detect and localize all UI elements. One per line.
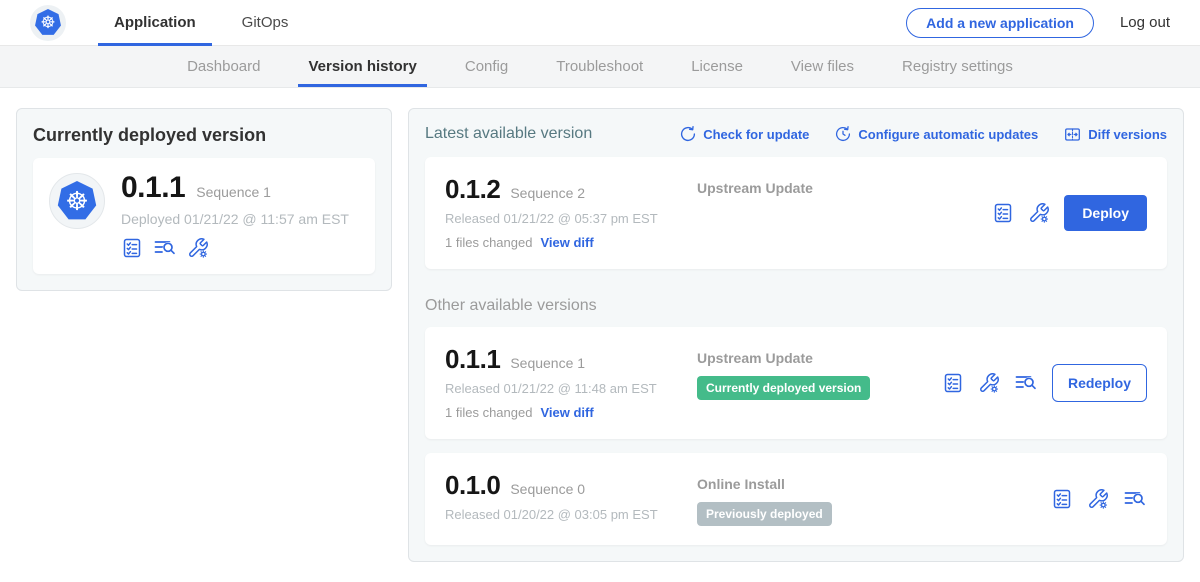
- panel-header: Latest available version Check for updat…: [425, 125, 1167, 143]
- configure-automatic-updates-link[interactable]: Configure automatic updates: [835, 126, 1038, 142]
- currently-deployed-badge: Currently deployed version: [697, 376, 870, 400]
- version-source: Upstream Update Currently deployed versi…: [697, 346, 942, 400]
- version-source: Online Install Previously deployed: [697, 472, 1051, 526]
- edit-config-icon[interactable]: [187, 237, 209, 259]
- main-content: Currently deployed version ☸ 0.1.1 Seque…: [0, 88, 1200, 582]
- deployed-version-card: ☸ 0.1.1 Sequence 1 Deployed 01/21/22 @ 1…: [33, 158, 375, 274]
- deployed-sequence: Sequence 1: [196, 184, 271, 200]
- release-notes-icon[interactable]: [1051, 488, 1073, 510]
- version-number: 0.1.2: [445, 176, 500, 202]
- files-changed-label: 1 files changed: [445, 235, 532, 250]
- subnav-tab-view-files[interactable]: View files: [791, 46, 854, 87]
- diff-versions-label: Diff versions: [1088, 127, 1167, 142]
- edit-config-icon[interactable]: [1028, 202, 1050, 224]
- subnav-tab-dashboard[interactable]: Dashboard: [187, 46, 260, 87]
- released-timestamp: Released 01/21/22 @ 05:37 pm EST: [445, 211, 697, 226]
- version-row-0-1-2: 0.1.2 Sequence 2 Released 01/21/22 @ 05:…: [425, 157, 1167, 269]
- check-for-update-label: Check for update: [703, 127, 809, 142]
- app-avatar: ☸: [49, 173, 105, 229]
- version-sequence: Sequence 1: [510, 355, 585, 371]
- version-history-panel: Latest available version Check for updat…: [408, 108, 1184, 562]
- refresh-icon: [680, 126, 696, 142]
- schedule-refresh-icon: [835, 126, 851, 142]
- add-application-button[interactable]: Add a new application: [906, 8, 1094, 38]
- view-logs-icon[interactable]: [153, 237, 177, 259]
- deployed-card-title: Currently deployed version: [33, 125, 375, 146]
- version-row-0-1-0: 0.1.0 Sequence 0 Released 01/20/22 @ 03:…: [425, 453, 1167, 545]
- files-changed-label: 1 files changed: [445, 405, 532, 420]
- header-right: Add a new application Log out: [906, 8, 1170, 38]
- kubernetes-logo-icon: ☸: [30, 5, 66, 41]
- edit-config-icon[interactable]: [978, 372, 1000, 394]
- version-info: 0.1.2 Sequence 2 Released 01/21/22 @ 05:…: [445, 176, 697, 250]
- version-number: 0.1.1: [445, 346, 500, 372]
- deploy-button[interactable]: Deploy: [1064, 195, 1147, 231]
- configure-automatic-updates-label: Configure automatic updates: [858, 127, 1038, 142]
- deployed-version-number: 0.1.1: [121, 173, 185, 203]
- logout-button[interactable]: Log out: [1120, 14, 1170, 31]
- version-number: 0.1.0: [445, 472, 500, 498]
- source-label: Online Install: [697, 476, 1051, 492]
- edit-config-icon[interactable]: [1087, 488, 1109, 510]
- version-sequence: Sequence 2: [510, 185, 585, 201]
- version-sequence: Sequence 0: [510, 481, 585, 497]
- app-tabs: Application GitOps: [98, 0, 318, 46]
- tab-application[interactable]: Application: [98, 0, 212, 46]
- panel-actions: Check for update Configure automatic upd…: [680, 126, 1167, 143]
- view-diff-link[interactable]: View diff: [540, 405, 593, 420]
- subnav-tab-troubleshoot[interactable]: Troubleshoot: [556, 46, 643, 87]
- kubernetes-wheel-icon: ☸: [57, 181, 97, 221]
- deployed-icon-row: [121, 237, 349, 259]
- deployed-version-info: 0.1.1 Sequence 1 Deployed 01/21/22 @ 11:…: [121, 173, 349, 259]
- kubernetes-wheel-icon: ☸: [35, 9, 62, 36]
- version-info: 0.1.1 Sequence 1 Released 01/21/22 @ 11:…: [445, 346, 697, 420]
- version-actions: Deploy: [992, 195, 1147, 231]
- diff-icon: [1064, 126, 1081, 143]
- version-info: 0.1.0 Sequence 0 Released 01/20/22 @ 03:…: [445, 472, 697, 522]
- released-timestamp: Released 01/20/22 @ 03:05 pm EST: [445, 507, 697, 522]
- released-timestamp: Released 01/21/22 @ 11:48 am EST: [445, 381, 697, 396]
- app-header: ☸ Application GitOps Add a new applicati…: [0, 0, 1200, 46]
- latest-version-title: Latest available version: [425, 125, 592, 143]
- deployed-timestamp: Deployed 01/21/22 @ 11:57 am EST: [121, 211, 349, 227]
- redeploy-button[interactable]: Redeploy: [1052, 364, 1147, 402]
- check-for-update-link[interactable]: Check for update: [680, 126, 809, 142]
- subnav-tab-config[interactable]: Config: [465, 46, 508, 87]
- view-diff-link[interactable]: View diff: [540, 235, 593, 250]
- app-subnav: Dashboard Version history Config Trouble…: [0, 46, 1200, 88]
- previously-deployed-badge: Previously deployed: [697, 502, 832, 526]
- version-actions: Redeploy: [942, 364, 1147, 402]
- release-notes-icon[interactable]: [942, 372, 964, 394]
- diff-versions-link[interactable]: Diff versions: [1064, 126, 1167, 143]
- tab-gitops[interactable]: GitOps: [226, 0, 305, 46]
- source-label: Upstream Update: [697, 180, 992, 196]
- subnav-tab-license[interactable]: License: [691, 46, 743, 87]
- source-label: Upstream Update: [697, 350, 942, 366]
- other-versions-title: Other available versions: [425, 297, 1167, 315]
- currently-deployed-card: Currently deployed version ☸ 0.1.1 Seque…: [16, 108, 392, 291]
- version-actions: [1051, 488, 1147, 510]
- view-logs-icon[interactable]: [1123, 488, 1147, 510]
- subnav-tab-version-history[interactable]: Version history: [308, 46, 416, 87]
- tab-gitops-label: GitOps: [242, 14, 289, 31]
- view-logs-icon[interactable]: [1014, 372, 1038, 394]
- subnav-tab-registry-settings[interactable]: Registry settings: [902, 46, 1013, 87]
- tab-application-label: Application: [114, 14, 196, 31]
- release-notes-icon[interactable]: [992, 202, 1014, 224]
- release-notes-icon[interactable]: [121, 237, 143, 259]
- version-source: Upstream Update: [697, 176, 992, 196]
- version-row-0-1-1: 0.1.1 Sequence 1 Released 01/21/22 @ 11:…: [425, 327, 1167, 439]
